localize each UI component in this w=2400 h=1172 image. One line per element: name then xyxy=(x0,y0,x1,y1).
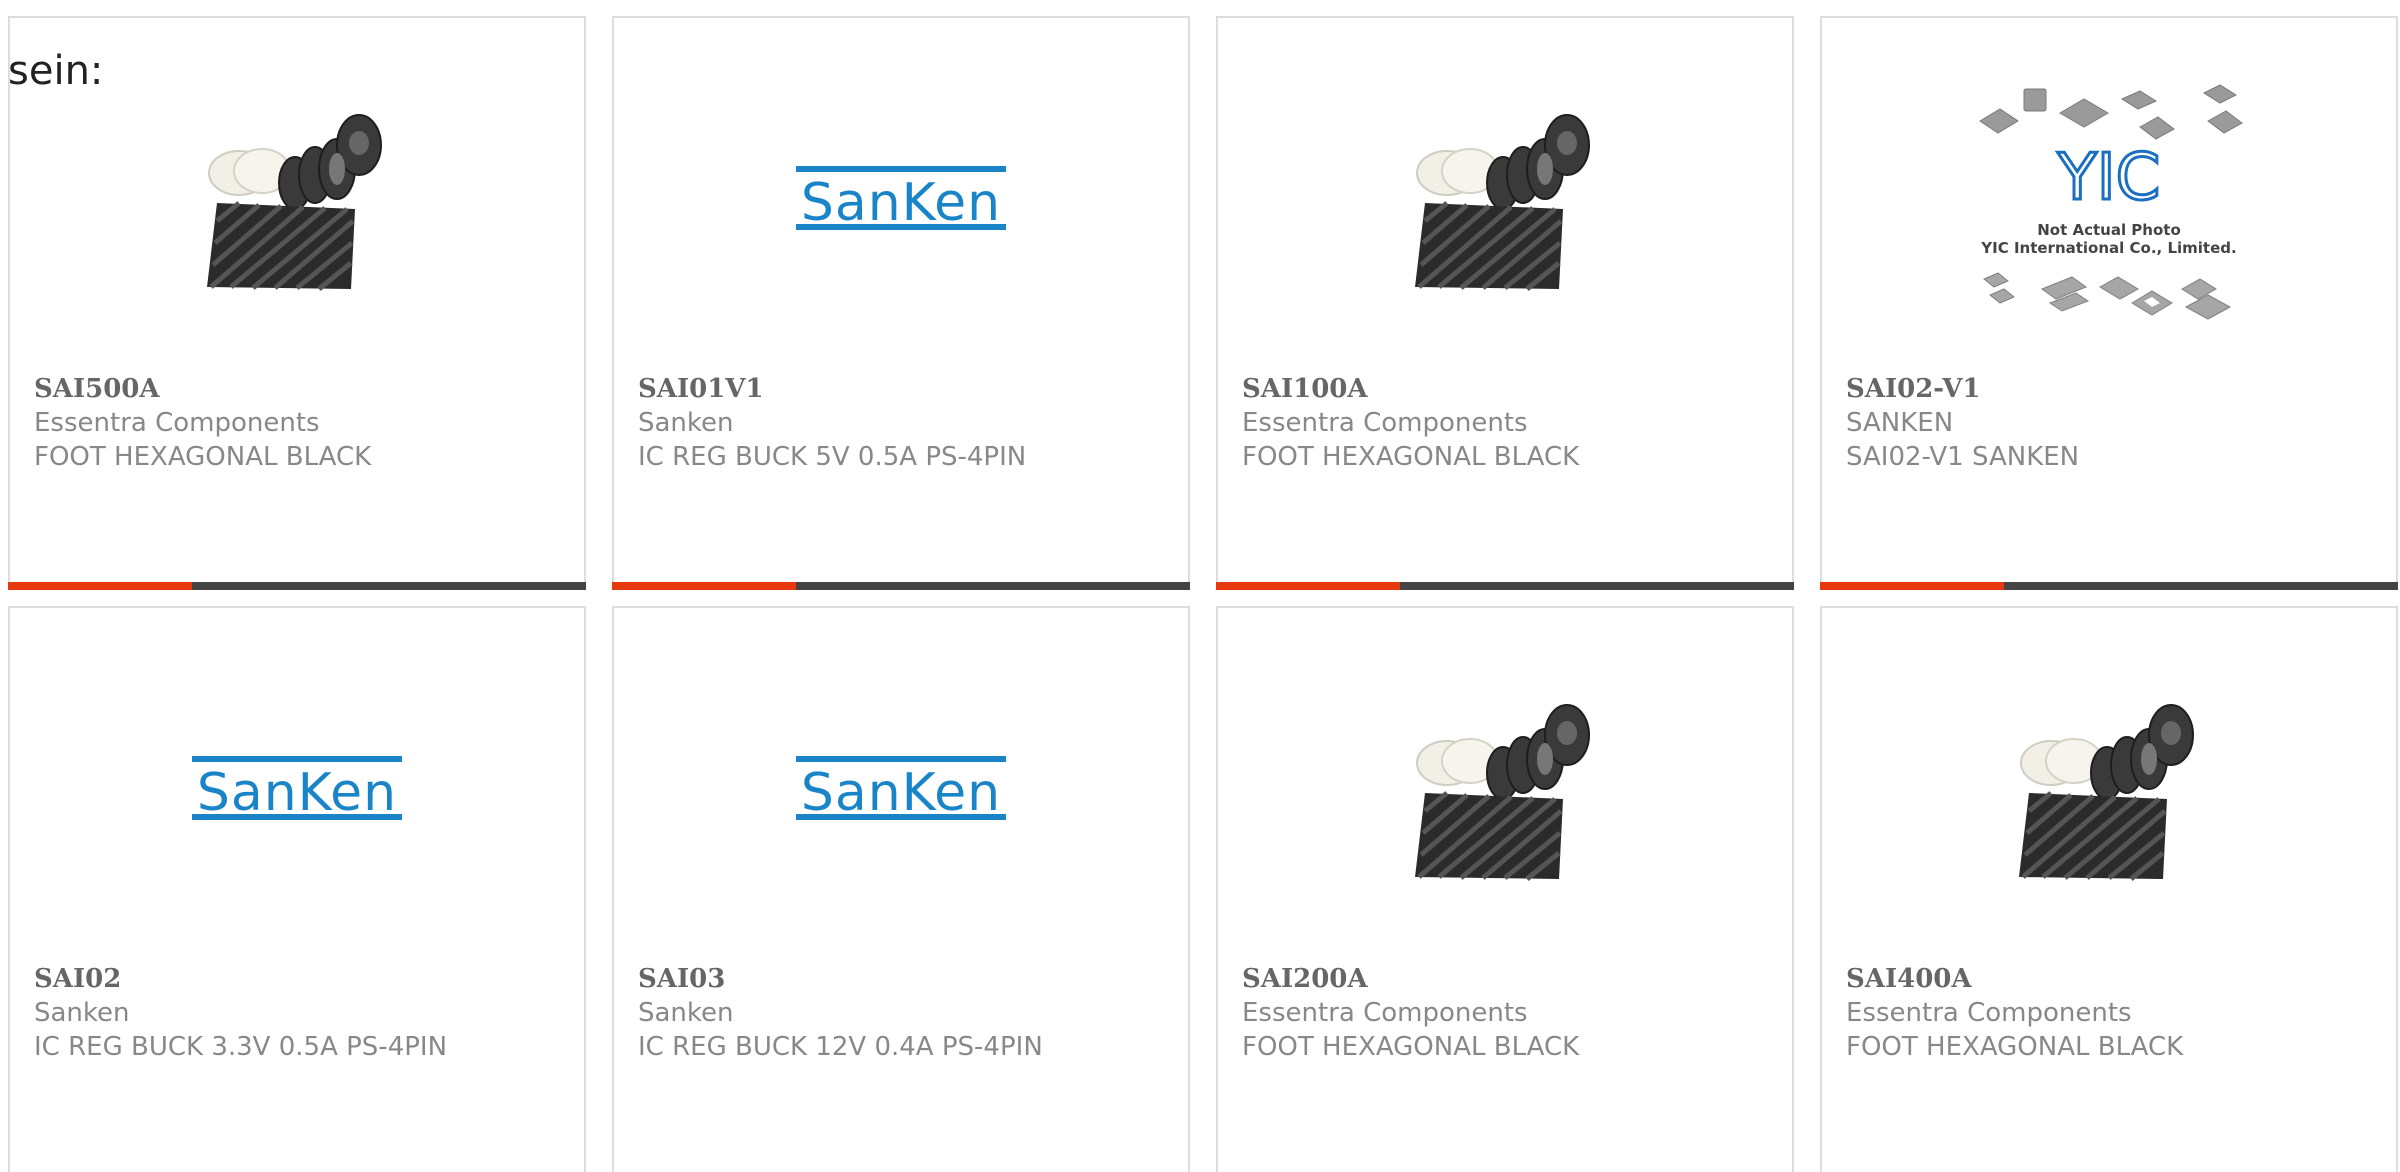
product-info: SAI100A Essentra Components FOOT HEXAGONAL… xyxy=(1242,372,1776,474)
product-card[interactable]: SAI200A Essentra Components FOOT HEXAGONAL… xyxy=(1216,606,1794,1172)
product-card[interactable]: SAI400A Essentra Components FOOT HEXAGONAL… xyxy=(1820,606,2398,1172)
product-info: SAI03 Sanken IC REG BUCK 12V 0.4A PS-4PIN xyxy=(638,962,1172,1064)
product-thumbnail[interactable] xyxy=(1218,668,1792,908)
sanken-logo: SanKen xyxy=(796,753,1006,823)
product-card[interactable]: SanKen SAI01V1 Sanken IC REG BUCK 5V 0.5A … xyxy=(612,16,1190,590)
product-manufacturer: Sanken xyxy=(638,998,734,1028)
product-card[interactable]: SAI100A Essentra Components FOOT HEXAGONAL… xyxy=(1216,16,1794,590)
foot-hexagonal-photo xyxy=(1395,693,1615,883)
product-part-number[interactable]: SAI01V1 xyxy=(638,372,1172,406)
sanken-logo-text: SanKen xyxy=(197,763,397,823)
product-part-number[interactable]: SAI400A xyxy=(1846,962,2380,996)
product-manufacturer: Sanken xyxy=(638,408,734,438)
card-bottom-bar xyxy=(1820,582,2398,590)
card-accent-stripe xyxy=(1216,582,1400,590)
product-description: IC REG BUCK 5V 0.5A PS-4PIN xyxy=(638,442,1027,472)
product-description: IC REG BUCK 12V 0.4A PS-4PIN xyxy=(638,1032,1043,1062)
product-manufacturer: Essentra Components xyxy=(34,408,320,438)
product-info: SAI02-V1 SANKEN SAI02-V1 SANKEN xyxy=(1846,372,2380,474)
product-description: FOOT HEXAGONAL BLACK xyxy=(1242,442,1580,472)
card-bottom-bar xyxy=(1216,582,1794,590)
yic-mark: YIC xyxy=(2057,141,2161,215)
product-grid: SAI500A Essentra Components FOOT HEXAGONAL… xyxy=(0,0,2400,1172)
product-part-number[interactable]: SAI03 xyxy=(638,962,1172,996)
foot-hexagonal-photo xyxy=(1395,103,1615,293)
product-manufacturer: Essentra Components xyxy=(1846,998,2132,1028)
product-info: SAI200A Essentra Components FOOT HEXAGONAL… xyxy=(1242,962,1776,1064)
product-part-number[interactable]: SAI100A xyxy=(1242,372,1776,406)
card-accent-stripe xyxy=(612,582,796,590)
foot-hexagonal-photo xyxy=(1999,693,2219,883)
product-thumbnail[interactable] xyxy=(1822,668,2396,908)
card-accent-stripe xyxy=(8,582,192,590)
product-thumbnail[interactable]: SanKen xyxy=(614,78,1188,318)
product-part-number[interactable]: SAI02-V1 xyxy=(1846,372,2380,406)
product-card[interactable]: SAI500A Essentra Components FOOT HEXAGONAL… xyxy=(8,16,586,590)
card-accent-stripe xyxy=(1820,582,2004,590)
product-card[interactable]: YIC Not Actual Photo YIC International C… xyxy=(1820,16,2398,590)
product-grid-page: sein: SAI500A Essentra Components FOOT H… xyxy=(0,0,2400,1172)
product-thumbnail[interactable]: YIC Not Actual Photo YIC International C… xyxy=(1822,78,2396,320)
card-bottom-bar xyxy=(8,582,586,590)
yic-line1: Not Actual Photo xyxy=(2037,221,2181,239)
intro-text: sein: xyxy=(8,48,104,94)
sanken-logo-text: SanKen xyxy=(801,173,1001,233)
product-part-number[interactable]: SAI02 xyxy=(34,962,568,996)
product-manufacturer: Essentra Components xyxy=(1242,408,1528,438)
product-manufacturer: Essentra Components xyxy=(1242,998,1528,1028)
sanken-logo-text: SanKen xyxy=(801,763,1001,823)
foot-hexagonal-photo xyxy=(187,103,407,293)
product-info: SAI02 Sanken IC REG BUCK 3.3V 0.5A PS-4PIN xyxy=(34,962,568,1064)
product-part-number[interactable]: SAI200A xyxy=(1242,962,1776,996)
product-card[interactable]: SanKen SAI03 Sanken IC REG BUCK 12V 0.4A P… xyxy=(612,606,1190,1172)
product-description: FOOT HEXAGONAL BLACK xyxy=(34,442,372,472)
product-thumbnail[interactable] xyxy=(10,78,584,318)
product-description: SAI02-V1 SANKEN xyxy=(1846,442,2080,472)
card-bottom-bar xyxy=(612,582,1190,590)
product-description: IC REG BUCK 3.3V 0.5A PS-4PIN xyxy=(34,1032,448,1062)
yic-line2: YIC International Co., Limited. xyxy=(1980,239,2236,257)
product-manufacturer: Sanken xyxy=(34,998,130,1028)
product-description: FOOT HEXAGONAL BLACK xyxy=(1846,1032,2184,1062)
product-manufacturer: SANKEN xyxy=(1846,408,1954,438)
product-description: FOOT HEXAGONAL BLACK xyxy=(1242,1032,1580,1062)
product-card[interactable]: SanKen SAI02 Sanken IC REG BUCK 3.3V 0.5A … xyxy=(8,606,586,1172)
product-info: SAI01V1 Sanken IC REG BUCK 5V 0.5A PS-4PIN xyxy=(638,372,1172,474)
sanken-logo: SanKen xyxy=(192,753,402,823)
sanken-logo: SanKen xyxy=(796,163,1006,233)
product-info: SAI400A Essentra Components FOOT HEXAGONAL… xyxy=(1846,962,2380,1064)
product-thumbnail[interactable]: SanKen xyxy=(614,668,1188,908)
yic-not-actual-photo: YIC Not Actual Photo YIC International C… xyxy=(1964,73,2254,323)
product-part-number[interactable]: SAI500A xyxy=(34,372,568,406)
product-thumbnail[interactable] xyxy=(1218,78,1792,318)
product-thumbnail[interactable]: SanKen xyxy=(10,668,584,908)
product-info: SAI500A Essentra Components FOOT HEXAGONAL… xyxy=(34,372,568,474)
